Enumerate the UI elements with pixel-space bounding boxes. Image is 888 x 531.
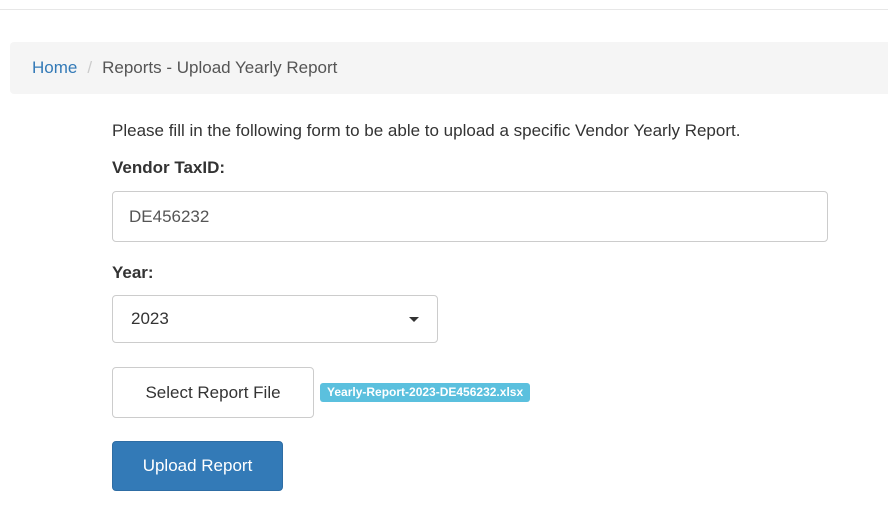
form-intro-text: Please fill in the following form to be … [112,121,741,140]
select-report-file-button[interactable]: Select Report File [112,367,314,418]
breadcrumb: Home / Reports - Upload Yearly Report [10,42,888,94]
vendor-taxid-label: Vendor TaxID: [112,158,226,177]
breadcrumb-home-link[interactable]: Home [32,58,77,78]
selected-file-badge: Yearly-Report-2023-DE456232.xlsx [320,383,531,402]
upload-report-button[interactable]: Upload Report [112,441,283,491]
caret-down-icon [409,317,419,322]
file-selection-row: Select Report File Yearly-Report-2023-DE… [112,367,828,418]
year-label: Year: [112,263,154,282]
upload-report-form: Please fill in the following form to be … [112,118,828,491]
vendor-taxid-input[interactable] [112,191,828,242]
year-select[interactable]: 2023 [112,295,438,343]
breadcrumb-current-page: Reports - Upload Yearly Report [102,58,338,77]
top-divider [0,9,888,10]
breadcrumb-separator: / [87,58,93,77]
year-select-value: 2023 [131,309,169,328]
